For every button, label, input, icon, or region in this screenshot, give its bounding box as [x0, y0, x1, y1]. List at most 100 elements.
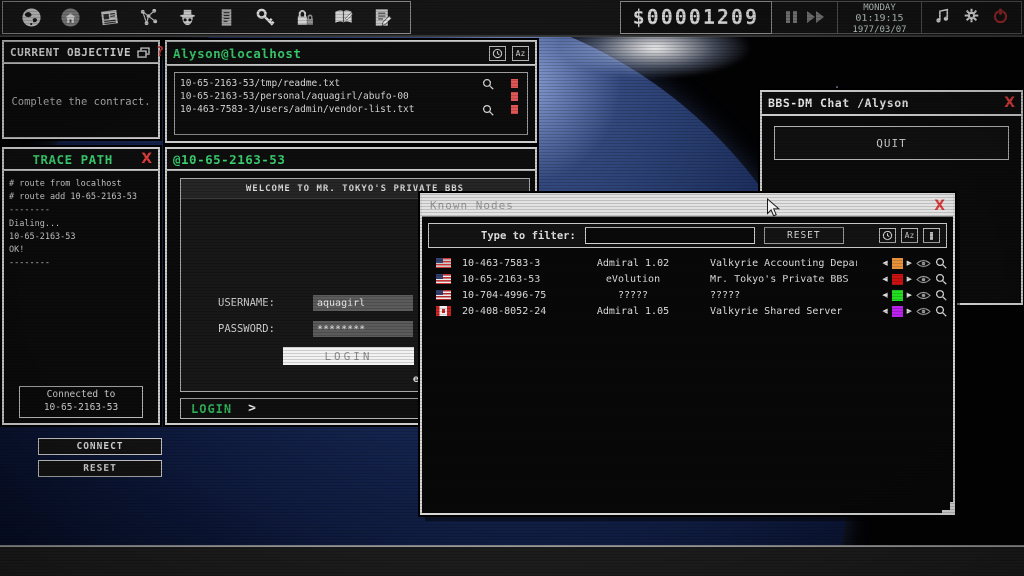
node-row[interactable]: 10-65-2163-53eVolutionMr. Tokyo's Privat…: [428, 271, 947, 287]
help-icon[interactable]: ?: [156, 45, 164, 60]
password-row: PASSWORD:: [218, 321, 413, 337]
search-icon[interactable]: [935, 289, 947, 301]
trace-line: 10-65-2163-53: [9, 231, 153, 244]
sort-flag-icon[interactable]: [923, 228, 940, 243]
eye-icon[interactable]: [916, 291, 931, 300]
color-next-icon[interactable]: ▶: [907, 259, 912, 267]
node-color-swatch[interactable]: [892, 258, 903, 269]
color-next-icon[interactable]: ▶: [907, 275, 912, 283]
clock-day: MONDAY: [848, 3, 911, 13]
app-notes-icon[interactable]: [370, 6, 394, 30]
color-next-icon[interactable]: ▶: [907, 307, 912, 315]
color-prev-icon[interactable]: ◀: [882, 259, 887, 267]
node-description: ?????: [704, 290, 857, 301]
app-hacker-tools-icon[interactable]: [175, 6, 199, 30]
stack-windows-icon[interactable]: [137, 47, 150, 58]
trace-line: OK!: [9, 244, 153, 257]
window-title: Known Nodes: [430, 199, 514, 212]
file-marker[interactable]: [511, 105, 518, 114]
eye-icon[interactable]: [916, 275, 931, 284]
node-row[interactable]: 10-463-7583-3Admiral 1.02Valkyrie Accoun…: [428, 255, 947, 271]
node-ip: 10-704-4996-75: [458, 290, 562, 301]
node-row[interactable]: 20-408-8052-24Admiral 1.05Valkyrie Share…: [428, 303, 947, 319]
pause-icon[interactable]: [784, 8, 798, 27]
username-label: USERNAME:: [218, 297, 313, 309]
eye-icon[interactable]: [916, 259, 931, 268]
file-marker[interactable]: [511, 79, 518, 88]
app-home-base-icon[interactable]: [58, 6, 82, 30]
password-field[interactable]: [313, 321, 413, 337]
window-title: TRACE PATH: [10, 152, 135, 167]
node-color-swatch[interactable]: [892, 274, 903, 285]
trace-titlebar[interactable]: TRACE PATH X: [4, 149, 158, 171]
filter-label: Type to filter:: [481, 230, 576, 242]
close-icon[interactable]: X: [1004, 96, 1015, 110]
sort-time-icon[interactable]: [879, 228, 896, 243]
node-os: ?????: [562, 290, 704, 301]
search-icon[interactable]: [482, 104, 494, 116]
file-path: 10-65-2163-53/tmp/readme.txt: [180, 78, 482, 89]
quit-button[interactable]: QUIT: [774, 126, 1009, 160]
node-controls: ◀▶: [857, 289, 947, 301]
file-row[interactable]: 10-463-7583-3/users/admin/vendor-list.tx…: [180, 103, 522, 116]
music-icon[interactable]: [934, 7, 951, 28]
nodes-titlebar[interactable]: Known Nodes X: [422, 195, 953, 216]
window-title: Alyson@localhost: [173, 46, 301, 61]
node-controls: ◀▶: [857, 257, 947, 269]
sort-icons: Az: [879, 228, 940, 243]
app-key-cracker-icon[interactable]: [253, 6, 277, 30]
file-row[interactable]: 10-65-2163-53/personal/aquagirl/abufo-00: [180, 90, 522, 103]
sort-az-icon[interactable]: Az: [512, 46, 529, 61]
app-trace-route-icon[interactable]: [136, 6, 160, 30]
color-prev-icon[interactable]: ◀: [882, 275, 887, 283]
filter-input[interactable]: [585, 227, 755, 244]
trace-output: # route from localhost# route add 10-65-…: [4, 171, 158, 277]
username-field[interactable]: [313, 295, 413, 311]
chat-titlebar[interactable]: BBS-DM Chat /Alyson X: [762, 92, 1021, 116]
color-next-icon[interactable]: ▶: [907, 291, 912, 299]
objective-titlebar[interactable]: CURRENT OBJECTIVE ?: [4, 42, 158, 64]
bbs-titlebar[interactable]: @10-65-2163-53: [167, 149, 535, 171]
window-file-collection: Alyson@localhost Az 10-65-2163-53/tmp/re…: [165, 40, 537, 143]
files-titlebar[interactable]: Alyson@localhost Az: [167, 42, 535, 66]
sort-az-icon[interactable]: Az: [901, 228, 918, 243]
filter-reset-button[interactable]: RESET: [764, 227, 844, 244]
country-flag-us-icon: [436, 274, 451, 284]
node-row[interactable]: 10-704-4996-75??????????◀▶: [428, 287, 947, 303]
fast-forward-icon[interactable]: [807, 8, 825, 27]
node-color-swatch[interactable]: [892, 306, 903, 317]
app-news-reader-icon[interactable]: [97, 6, 121, 30]
app-world-map-icon[interactable]: [19, 6, 43, 30]
login-tab-label: LOGIN: [191, 402, 232, 416]
node-color-swatch[interactable]: [892, 290, 903, 301]
reset-button[interactable]: RESET: [38, 460, 162, 477]
app-server-list-icon[interactable]: [214, 6, 238, 30]
eye-icon[interactable]: [916, 307, 931, 316]
app-encryption-icon[interactable]: [292, 6, 316, 30]
filter-bar: Type to filter: RESET Az: [428, 223, 947, 248]
bbs-login-button[interactable]: LOGIN: [283, 347, 414, 365]
search-icon[interactable]: [935, 257, 947, 269]
node-controls: ◀▶: [857, 305, 947, 317]
search-icon[interactable]: [935, 305, 947, 317]
color-prev-icon[interactable]: ◀: [882, 291, 887, 299]
trace-line: Dialing...: [9, 218, 153, 231]
file-marker[interactable]: [511, 92, 518, 101]
app-contracts-book-icon[interactable]: [331, 6, 355, 30]
node-ip: 10-65-2163-53: [458, 274, 562, 285]
settings-gear-icon[interactable]: [963, 7, 980, 28]
color-prev-icon[interactable]: ◀: [882, 307, 887, 315]
close-icon[interactable]: X: [934, 199, 945, 213]
password-label: PASSWORD:: [218, 323, 313, 335]
search-icon[interactable]: [935, 273, 947, 285]
close-icon[interactable]: X: [141, 152, 152, 166]
file-row[interactable]: 10-65-2163-53/tmp/readme.txt: [180, 77, 522, 90]
sort-time-icon[interactable]: [489, 46, 506, 61]
connect-button[interactable]: CONNECT: [38, 438, 162, 455]
status-line: Connected to: [20, 389, 142, 402]
resize-handle[interactable]: [942, 502, 955, 515]
node-os: Admiral 1.02: [562, 258, 704, 269]
taskbar: [0, 545, 1024, 576]
power-icon[interactable]: [992, 7, 1009, 28]
search-icon[interactable]: [482, 78, 494, 90]
